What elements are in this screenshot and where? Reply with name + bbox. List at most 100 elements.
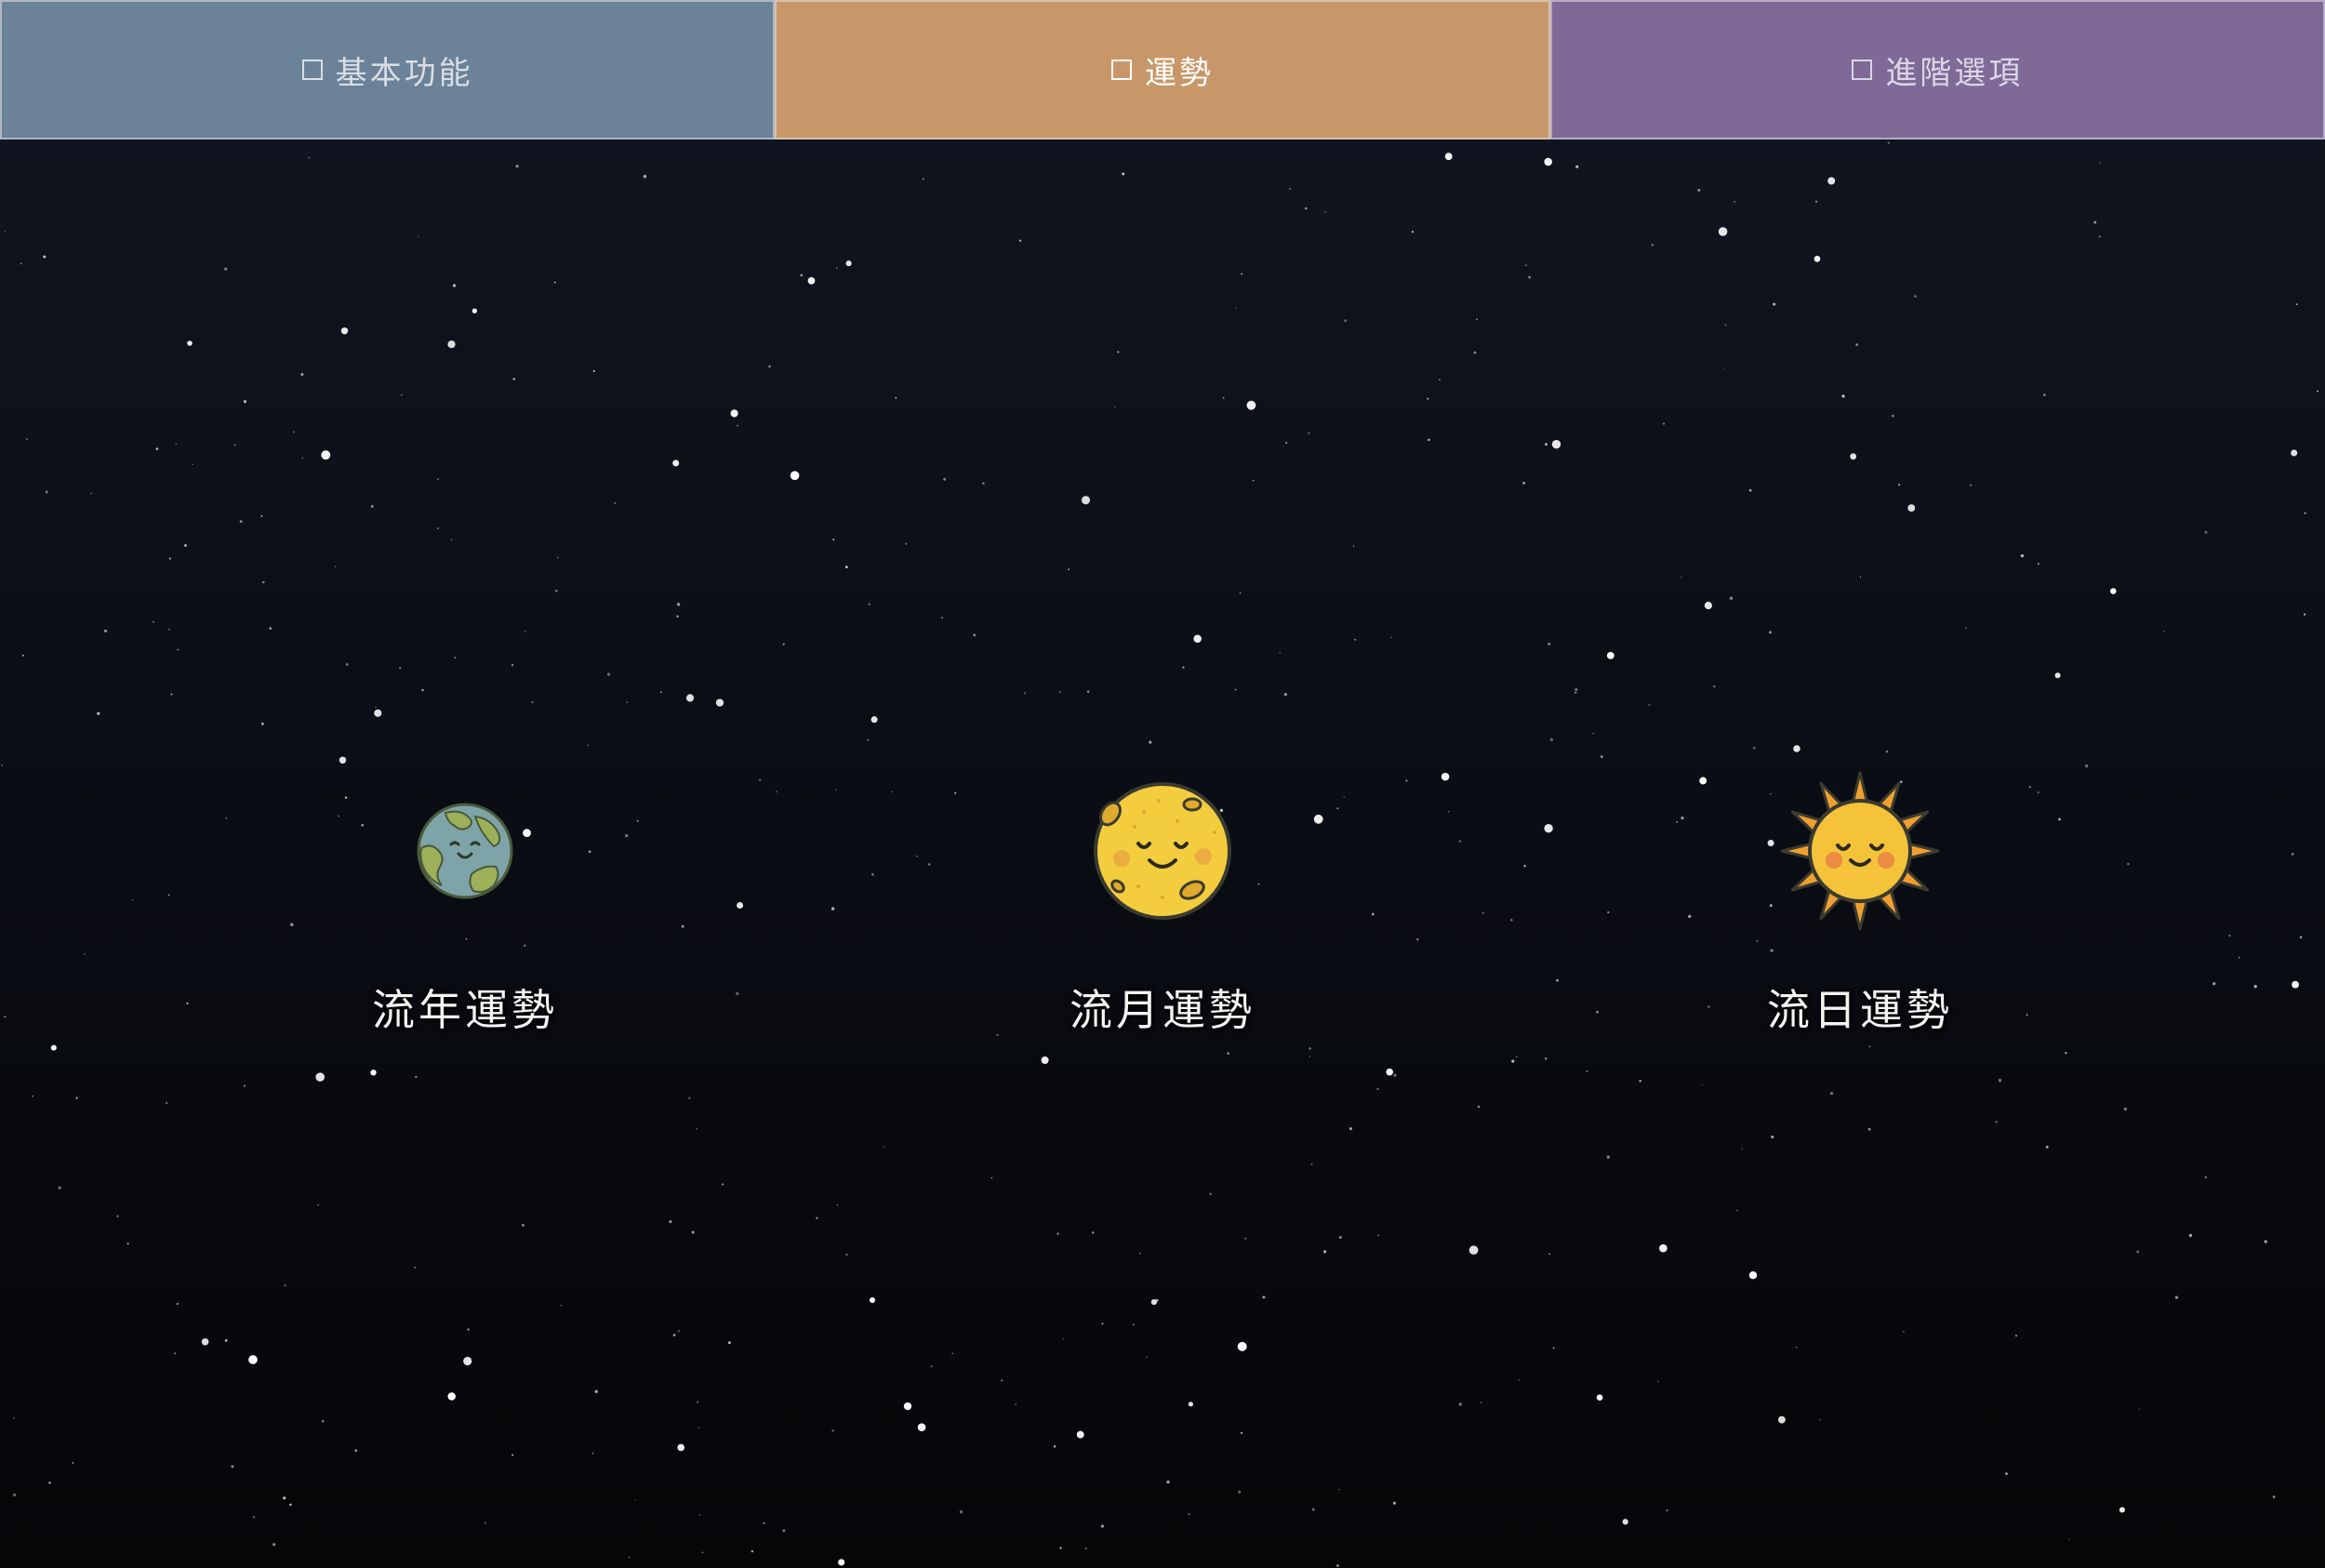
star-dot — [1122, 172, 1125, 176]
star-dot — [1510, 918, 1513, 922]
earth-icon — [417, 803, 513, 899]
star-dot — [1729, 596, 1734, 600]
star-dot — [1244, 1237, 1247, 1240]
star-dot — [1903, 1331, 1905, 1333]
star-dot — [1829, 1091, 1834, 1096]
star-dot — [669, 1220, 672, 1224]
star-dot — [131, 899, 134, 901]
star-dot — [1376, 1087, 1379, 1091]
star-dot — [1377, 1234, 1380, 1237]
star-dot — [1748, 488, 1752, 492]
monthly-fortune-label: 流月運勢 — [1070, 985, 1256, 1035]
star-dot — [1056, 1232, 1059, 1235]
star-dot — [895, 396, 897, 399]
star-dot — [2093, 220, 2097, 224]
star-dot — [1518, 1378, 1521, 1381]
daily-fortune-button[interactable]: 流日運勢 — [1674, 763, 2046, 1042]
star-dot — [345, 663, 349, 666]
star-dot — [1062, 1337, 1064, 1340]
star-dot — [790, 471, 800, 481]
star-dot — [990, 1176, 993, 1179]
star-dot — [58, 1186, 61, 1189]
star-dot — [870, 716, 878, 724]
star-dot — [1114, 406, 1116, 408]
star-dot — [1511, 1059, 1515, 1063]
star-dot — [1166, 1481, 1170, 1484]
star-dot — [845, 260, 852, 267]
star-dot — [421, 688, 424, 692]
star-dot — [759, 778, 762, 781]
star-dot — [1907, 504, 1916, 512]
star-dot — [1662, 422, 1666, 425]
star-dot — [1441, 772, 1450, 781]
star-dot — [1523, 864, 1526, 868]
star-dot — [1556, 978, 1559, 982]
star-dot — [1310, 1163, 1313, 1165]
star-dot — [1241, 272, 1243, 275]
star-dot — [2228, 935, 2231, 937]
star-dot — [1283, 693, 1287, 697]
star-dot — [1473, 351, 1477, 354]
star-dot — [830, 907, 835, 910]
tab-basic-functions[interactable]: 基本功能 — [0, 0, 776, 140]
star-dot — [248, 1355, 258, 1364]
yearly-fortune-button[interactable]: 流年運勢 — [279, 763, 651, 1042]
star-dot — [982, 482, 985, 485]
star-dot — [1059, 1547, 1062, 1549]
star-dot — [691, 1230, 695, 1234]
star-dot — [289, 1503, 292, 1507]
star-dot — [512, 378, 516, 380]
tab-fortune[interactable]: 運勢 — [775, 0, 1550, 140]
star-dot — [628, 1556, 631, 1559]
star-dot — [1596, 1010, 1599, 1014]
star-dot — [2098, 162, 2101, 164]
star-dot — [153, 620, 154, 623]
star-dot — [845, 1253, 848, 1256]
star-dot — [1606, 1155, 1610, 1159]
star-dot — [1428, 438, 1430, 442]
star-dot — [447, 340, 456, 349]
star-dot — [592, 369, 595, 373]
star-dot — [1146, 1356, 1148, 1359]
star-dot — [782, 643, 785, 645]
star-dot — [1898, 484, 1901, 486]
star-dot — [170, 693, 173, 696]
star-dot — [2162, 631, 2165, 632]
star-dot — [930, 1365, 933, 1368]
star-dot — [13, 1417, 15, 1419]
star-dot — [1574, 688, 1578, 691]
star-dot — [2058, 817, 2061, 821]
star-dot — [1132, 1323, 1135, 1326]
star-dot — [838, 1559, 845, 1566]
star-dot — [399, 667, 402, 670]
star-dot — [1859, 576, 1862, 578]
star-dot — [973, 633, 976, 637]
star-dot — [354, 1449, 358, 1453]
star-dot — [2136, 1250, 2140, 1254]
star-dot — [2304, 613, 2306, 616]
star-dot — [591, 1452, 594, 1455]
moon-icon — [1094, 782, 1231, 920]
star-dot — [1724, 324, 1727, 326]
star-dot — [2204, 530, 2208, 534]
monthly-fortune-button[interactable]: 流月運勢 — [976, 763, 1348, 1042]
star-dot — [681, 924, 684, 928]
star-dot — [531, 701, 534, 704]
star-dot — [315, 1072, 325, 1082]
star-dot — [1814, 200, 1818, 204]
star-dot — [1092, 1231, 1095, 1234]
star-dot — [1528, 275, 1532, 279]
star-dot — [1239, 591, 1242, 594]
star-dot — [763, 1521, 765, 1524]
tab-advanced-options[interactable]: 進階選項 — [1549, 0, 2325, 140]
star-dot — [239, 520, 243, 524]
star-dot — [166, 1102, 168, 1105]
star-dot — [1718, 227, 1728, 236]
star-dot — [1324, 211, 1326, 213]
star-dot — [1525, 264, 1527, 267]
star-dot — [626, 701, 629, 703]
star-dot — [1101, 1322, 1104, 1325]
star-dot — [2042, 393, 2046, 397]
checkbox-icon — [301, 60, 323, 80]
star-dot — [1458, 840, 1461, 843]
